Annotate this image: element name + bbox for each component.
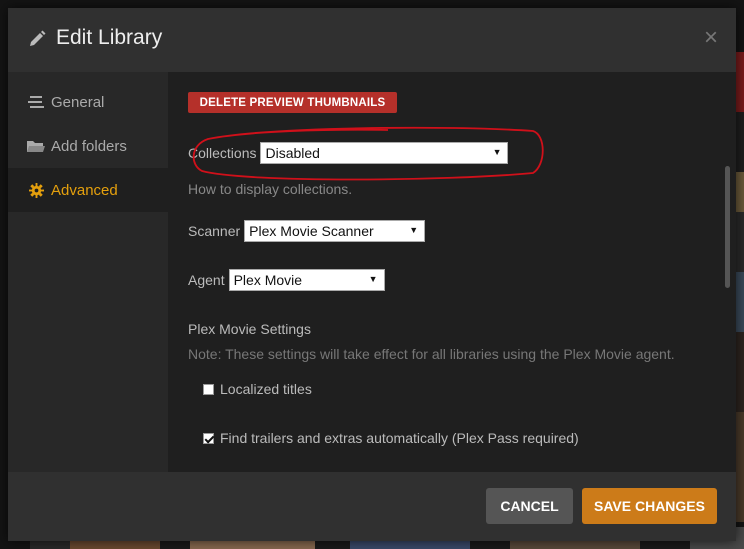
gear-icon — [27, 182, 45, 198]
sidebar-item-general[interactable]: General — [8, 80, 168, 124]
agent-settings-title: Plex Movie Settings — [188, 321, 311, 337]
save-changes-button[interactable]: SAVE CHANGES — [582, 488, 717, 524]
close-icon[interactable]: × — [704, 26, 718, 50]
sidebar-item-label: General — [51, 93, 105, 111]
option-label: Find trailers and extras automatically (… — [220, 430, 579, 446]
agent-label: Agent — [188, 272, 225, 288]
option-label: Localized titles — [220, 381, 312, 397]
sidebar-item-label: Advanced — [51, 181, 118, 199]
scanner-row: Scanner Plex Movie Scanner ▼ — [188, 220, 426, 242]
sidebar: General Add folders Advanced — [8, 72, 168, 472]
delete-preview-thumbnails-button[interactable]: DELETE PREVIEW THUMBNAILS — [188, 92, 397, 113]
find-trailers-option[interactable]: Find trailers and extras automatically (… — [203, 430, 579, 446]
sidebar-item-label: Add folders — [51, 137, 127, 155]
edit-library-dialog: Edit Library × General Add folders Advan… — [8, 8, 736, 541]
sidebar-item-add-folders[interactable]: Add folders — [8, 124, 168, 168]
agent-settings-note: Note: These settings will take effect fo… — [188, 346, 675, 362]
cancel-button[interactable]: CANCEL — [486, 488, 573, 524]
list-icon — [27, 94, 45, 110]
find-trailers-checkbox[interactable] — [203, 432, 214, 444]
scanner-label: Scanner — [188, 223, 241, 239]
dialog-title: Edit Library — [56, 26, 163, 49]
sidebar-item-advanced[interactable]: Advanced — [8, 168, 168, 212]
dropdown-arrow-icon: ▼ — [409, 225, 419, 235]
dropdown-arrow-icon: ▼ — [368, 274, 378, 284]
agent-value: Plex Movie — [233, 272, 303, 288]
scrollbar[interactable] — [725, 166, 730, 288]
agent-row: Agent Plex Movie ▼ — [188, 269, 385, 291]
agent-select[interactable]: Plex Movie ▼ — [228, 269, 385, 291]
pencil-icon — [30, 30, 46, 46]
scanner-select[interactable]: Plex Movie Scanner ▼ — [244, 220, 426, 242]
dialog-footer: CANCEL SAVE CHANGES — [8, 472, 736, 541]
localized-titles-option[interactable]: Localized titles — [203, 381, 312, 397]
scanner-value: Plex Movie Scanner — [249, 223, 374, 239]
background-posters-right — [736, 52, 744, 522]
localized-titles-checkbox[interactable] — [203, 383, 214, 395]
red-annotation-circle — [192, 126, 544, 181]
dialog-header: Edit Library × — [8, 8, 736, 72]
folder-icon — [27, 138, 45, 154]
